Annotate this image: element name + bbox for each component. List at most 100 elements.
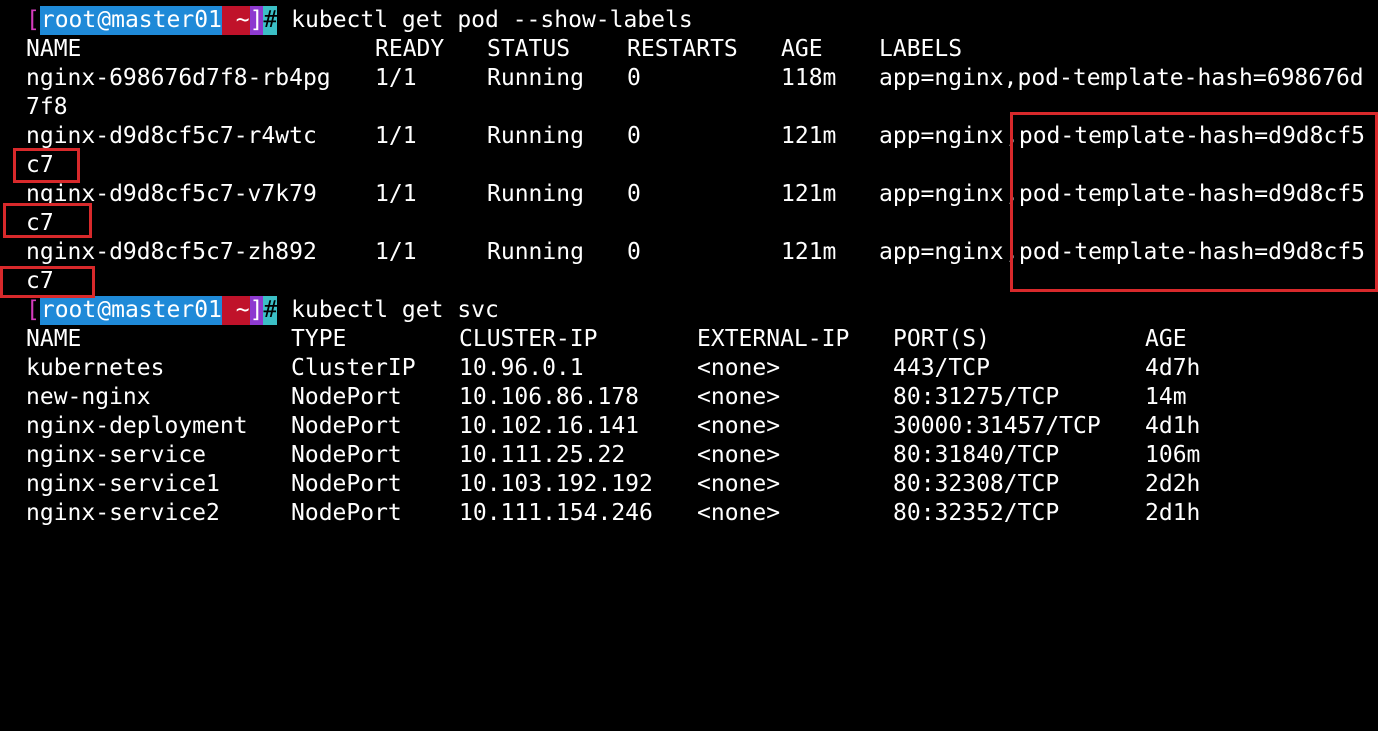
pod-status: Running (487, 123, 584, 149)
shell-prompt: [root @ master01 ~] # kubectl get svc (26, 296, 499, 325)
command-get-svc: kubectl get svc (277, 297, 499, 323)
svc-header-name: NAME (26, 326, 82, 352)
shell-prompt: [root @ master01 ~] # kubectl get pod --sho… (26, 6, 693, 35)
svc-header-ports: PORT(S) (893, 326, 990, 352)
prompt-user: root (39, 6, 98, 35)
svc-header-external-ip: EXTERNAL-IP (697, 326, 850, 352)
highlight-box-wrap-c7-2 (3, 203, 92, 238)
pod-labels-app: app=nginx (879, 123, 1004, 149)
table-row: nginx-deployment NodePort 10.102.16.141 … (26, 412, 1200, 441)
terminal-window[interactable]: [root @ master01 ~] # kubectl get pod --sho… (0, 0, 1378, 526)
svc-ports: 80:32352/TCP (893, 500, 1060, 526)
pod-restarts: 0 (627, 65, 641, 91)
svc-name: nginx-service2 (26, 500, 220, 526)
svc-header-cluster-ip: CLUSTER-IP (459, 326, 598, 352)
svc-ports: 443/TCP (893, 355, 990, 381)
pod-header-age: AGE (781, 36, 823, 62)
prompt-at: @ (97, 296, 112, 325)
svc-age: 2d1h (1145, 500, 1201, 526)
pod-labels: app=nginx,pod-template-hash=698676d (879, 65, 1364, 91)
pod-restarts: 0 (627, 239, 641, 265)
svc-type: ClusterIP (291, 355, 416, 381)
svc-cluster-ip: 10.103.192.192 (459, 471, 653, 497)
pod-age: 118m (781, 65, 837, 91)
svc-header-type: TYPE (291, 326, 347, 352)
prompt-at: @ (97, 6, 112, 35)
pod-header-ready: READY (375, 36, 445, 62)
svc-type: NodePort (291, 500, 402, 526)
svc-age: 106m (1145, 442, 1201, 468)
pod-labels-wrap: 7f8 (26, 94, 68, 120)
svc-type: NodePort (291, 384, 402, 410)
svc-name: nginx-service1 (26, 471, 220, 497)
pod-name: nginx-698676d7f8-rb4pg (26, 65, 331, 91)
svc-name: nginx-deployment (26, 413, 248, 439)
svc-ports: 80:31275/TCP (893, 384, 1060, 410)
prompt-host: master01 (111, 296, 222, 325)
table-row: kubernetes ClusterIP 10.96.0.1 <none> 44… (26, 354, 1200, 383)
svc-age: 4d7h (1145, 355, 1201, 381)
svc-type: NodePort (291, 471, 402, 497)
svc-name: kubernetes (26, 355, 165, 381)
svc-external-ip: <none> (697, 413, 781, 439)
table-row: nginx-service2 NodePort 10.111.154.246 <… (26, 499, 1200, 528)
svc-cluster-ip: 10.102.16.141 (459, 413, 640, 439)
prompt-open-bracket: [ (26, 7, 40, 33)
table-row: nginx-698676d7f8-rb4pg 1/1 Running 0 118… (26, 64, 1364, 93)
pod-ready: 1/1 (375, 181, 417, 207)
svc-age: 14m (1145, 384, 1187, 410)
pod-labels-app: app=nginx (879, 181, 1004, 207)
svc-ports: 80:32308/TCP (893, 471, 1060, 497)
table-row: nginx-d9d8cf5c7-zh892 1/1 Running 0 121m… (26, 238, 1365, 267)
svc-external-ip: <none> (697, 355, 781, 381)
svc-external-ip: <none> (697, 471, 781, 497)
table-row: nginx-service NodePort 10.111.25.22 <non… (26, 441, 1200, 470)
prompt-dir: ~ (221, 296, 250, 325)
svc-cluster-ip: 10.96.0.1 (459, 355, 584, 381)
svc-header-age: AGE (1145, 326, 1187, 352)
pod-header-status: STATUS (487, 36, 571, 62)
pod-ready: 1/1 (375, 123, 417, 149)
prompt-dir: ~ (221, 6, 250, 35)
svc-ports: 80:31840/TCP (893, 442, 1060, 468)
command-get-pod: kubectl get pod --show-labels (277, 7, 693, 33)
svc-cluster-ip: 10.111.25.22 (459, 442, 626, 468)
highlight-box-pod-template-hash (1010, 112, 1378, 292)
table-row: new-nginx NodePort 10.106.86.178 <none> … (26, 383, 1187, 412)
svc-cluster-ip: 10.106.86.178 (459, 384, 640, 410)
prompt-close-bracket: ] (249, 296, 264, 325)
svc-type: NodePort (291, 442, 402, 468)
highlight-box-wrap-c7-3 (0, 266, 95, 298)
svc-age: 2d2h (1145, 471, 1201, 497)
svc-external-ip: <none> (697, 500, 781, 526)
prompt-hash: # (263, 6, 278, 35)
prompt-hash: # (263, 296, 278, 325)
pod-table-header: NAME READY STATUS RESTARTS AGE LABELS (26, 35, 962, 64)
pod-header-labels: LABELS (879, 36, 963, 62)
pod-header-name: NAME (26, 36, 82, 62)
table-row: nginx-d9d8cf5c7-r4wtc 1/1 Running 0 121m… (26, 122, 1365, 151)
prompt-host: master01 (111, 6, 222, 35)
pod-ready: 1/1 (375, 65, 417, 91)
pod-age: 121m (781, 239, 837, 265)
prompt-open-bracket: [ (26, 297, 40, 323)
svc-name: nginx-service (26, 442, 207, 468)
prompt-close-bracket: ] (249, 6, 264, 35)
pod-restarts: 0 (627, 181, 641, 207)
highlight-box-wrap-c7-1 (13, 148, 80, 183)
svc-ports: 30000:31457/TCP (893, 413, 1101, 439)
pod-status: Running (487, 65, 584, 91)
pod-labels-app: app=nginx (879, 239, 1004, 265)
svc-cluster-ip: 10.111.154.246 (459, 500, 653, 526)
pod-header-restarts: RESTARTS (627, 36, 738, 62)
pod-status: Running (487, 181, 584, 207)
svc-external-ip: <none> (697, 384, 781, 410)
pod-name: nginx-d9d8cf5c7-r4wtc (26, 123, 317, 149)
pod-restarts: 0 (627, 123, 641, 149)
svc-external-ip: <none> (697, 442, 781, 468)
table-row: nginx-service1 NodePort 10.103.192.192 <… (26, 470, 1200, 499)
pod-age: 121m (781, 181, 837, 207)
pod-age: 121m (781, 123, 837, 149)
pod-ready: 1/1 (375, 239, 417, 265)
svc-table-header: NAME TYPE CLUSTER-IP EXTERNAL-IP PORT(S)… (26, 325, 1187, 354)
